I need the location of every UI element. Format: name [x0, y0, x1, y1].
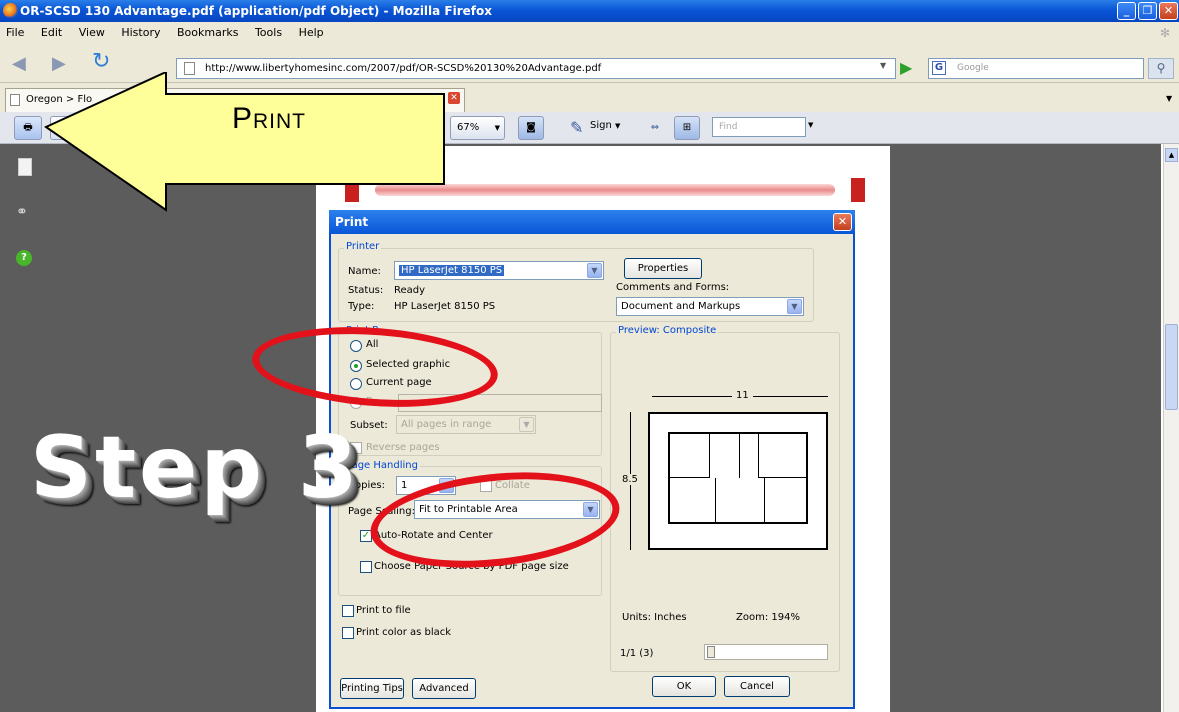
menu-view[interactable]: View — [79, 26, 105, 39]
zoom-select[interactable]: 67% ▼ — [450, 116, 505, 140]
chevron-down-icon: ▼ — [519, 417, 534, 432]
menu-bar: File Edit View History Bookmarks Tools H… — [0, 22, 1179, 44]
print-arrow-callout — [43, 72, 445, 212]
sign-menu[interactable]: Sign ▼ — [590, 120, 620, 131]
printer-name-select[interactable]: HP LaserJet 8150 PS ▼ — [394, 261, 604, 280]
window-title-bar: OR-SCSD 130 Advantage.pdf (application/p… — [0, 0, 1179, 22]
find-dropdown-icon[interactable]: ▼ — [808, 121, 813, 129]
fit-page-icon[interactable]: ⊞ — [674, 116, 700, 140]
status-value: Ready — [394, 285, 426, 296]
google-icon[interactable]: G — [932, 61, 946, 75]
type-value: HP LaserJet 8150 PS — [394, 301, 496, 312]
menu-file[interactable]: File — [6, 26, 24, 39]
menu-history[interactable]: History — [121, 26, 160, 39]
zoom-label: Zoom: 194% — [736, 612, 800, 623]
find-input[interactable]: Find — [712, 117, 806, 137]
vertical-scrollbar[interactable]: ▲ — [1163, 144, 1179, 712]
reverse-pages-label: Reverse pages — [366, 442, 440, 453]
status-label: Status: — [348, 285, 384, 296]
tab-list-icon[interactable]: ▼ — [1166, 94, 1172, 103]
pages-icon[interactable] — [18, 158, 32, 176]
copies-value: 1 — [401, 480, 408, 491]
tab-page-icon — [10, 94, 20, 106]
units-label: Units: Inches — [622, 612, 687, 623]
window-title: OR-SCSD 130 Advantage.pdf (application/p… — [20, 4, 493, 18]
comments-select[interactable]: Document and Markups ▼ — [616, 297, 804, 316]
height-label: 8.5 — [622, 474, 638, 485]
dialog-title: Print — [335, 215, 369, 229]
floor-plan-drawing — [668, 432, 808, 524]
go-icon[interactable]: ▶ — [900, 58, 912, 77]
help-icon[interactable]: ? — [16, 250, 32, 266]
print-black-label: Print color as black — [356, 627, 452, 638]
dialog-title-bar: Print — [329, 210, 855, 234]
comments-label: Comments and Forms: — [616, 282, 730, 293]
scroll-thumb[interactable] — [1165, 324, 1178, 410]
printing-tips-button[interactable]: Printing Tips — [340, 678, 404, 699]
subset-value: All pages in range — [401, 419, 492, 430]
preview-group-label: Preview: Composite — [616, 325, 719, 336]
fit-width-icon[interactable]: ⇔ — [644, 116, 666, 140]
snapshot-icon[interactable]: ◙ — [518, 116, 544, 140]
minimize-icon[interactable]: _ — [1117, 2, 1136, 20]
printer-group-label: Printer — [344, 241, 382, 252]
menu-edit[interactable]: Edit — [41, 26, 62, 39]
find-placeholder: Find — [719, 122, 738, 132]
print-to-file-label: Print to file — [356, 605, 411, 616]
print-black-checkbox[interactable] — [342, 627, 354, 639]
print-callout-label: Print — [232, 102, 307, 135]
zoom-value: 67% — [457, 122, 480, 133]
advanced-button[interactable]: Advanced — [412, 678, 476, 699]
statue-logo-right — [851, 178, 865, 202]
preview-slider[interactable] — [704, 644, 828, 660]
reload-icon[interactable]: ↻ — [92, 51, 114, 73]
chevron-down-icon: ▼ — [787, 299, 802, 314]
search-icon[interactable]: ⚲ — [1148, 58, 1174, 79]
subset-select[interactable]: All pages in range ▼ — [396, 415, 536, 434]
menu-help[interactable]: Help — [299, 26, 324, 39]
close-icon[interactable]: ✕ — [1159, 2, 1178, 20]
search-placeholder: Google — [957, 63, 989, 73]
search-input[interactable]: Google — [928, 58, 1144, 79]
page-count-label: 1/1 (3) — [620, 648, 654, 659]
arrow-shape — [43, 72, 445, 212]
maximize-icon[interactable]: ❐ — [1138, 2, 1157, 20]
scroll-up-icon[interactable]: ▲ — [1165, 148, 1178, 162]
url-dropdown-icon[interactable]: ▼ — [880, 61, 886, 70]
ok-button[interactable]: OK — [652, 676, 716, 697]
firefox-logo-icon — [3, 3, 18, 18]
width-label: 11 — [732, 390, 753, 401]
comments-value: Document and Markups — [621, 301, 741, 312]
attachments-icon[interactable]: ⚭ — [16, 204, 28, 220]
menu-tools[interactable]: Tools — [255, 26, 282, 39]
cancel-button[interactable]: Cancel — [724, 676, 790, 697]
paper-source-checkbox[interactable] — [360, 561, 372, 573]
menu-bookmarks[interactable]: Bookmarks — [177, 26, 238, 39]
print-to-file-checkbox[interactable] — [342, 605, 354, 617]
type-label: Type: — [348, 301, 375, 312]
pen-icon: ✎ — [570, 118, 584, 137]
sign-label: Sign — [590, 120, 612, 131]
name-label: Name: — [348, 266, 381, 277]
back-icon[interactable]: ◀ — [12, 54, 34, 74]
step-label: Step 3 — [30, 418, 361, 518]
properties-button[interactable]: Properties — [624, 258, 702, 279]
throbber-icon: ✻ — [1160, 26, 1171, 40]
dialog-close-icon[interactable]: ✕ — [833, 213, 852, 231]
forward-icon[interactable]: ▶ — [52, 54, 74, 74]
printer-name-value: HP LaserJet 8150 PS — [399, 265, 505, 276]
chevron-down-icon: ▼ — [587, 263, 602, 278]
preview-page — [648, 412, 828, 550]
